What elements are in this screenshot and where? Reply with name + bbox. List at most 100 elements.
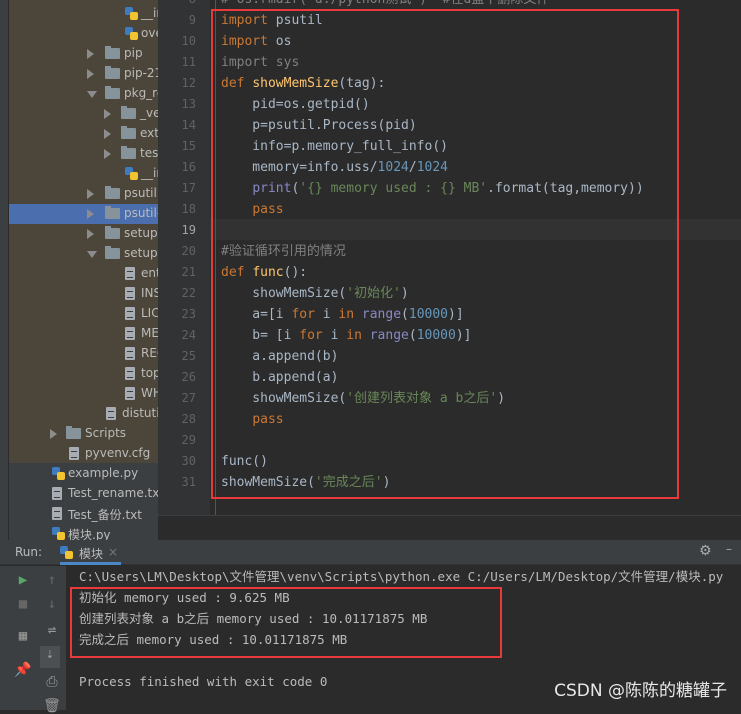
- minimize-icon[interactable]: –: [726, 542, 732, 556]
- tree-item[interactable]: top: [9, 364, 158, 384]
- layout-icon[interactable]: ▦: [13, 628, 33, 644]
- tree-item[interactable]: exte: [9, 124, 158, 144]
- line-number: 20: [181, 244, 196, 258]
- side-tool-strip: [0, 0, 9, 540]
- close-tab-icon[interactable]: ×: [108, 545, 118, 559]
- tree-item[interactable]: pyvenv.cfg: [9, 444, 158, 464]
- folder-icon: [105, 186, 120, 199]
- tree-item[interactable]: ME: [9, 324, 158, 344]
- text-file-icon: [125, 307, 135, 320]
- tree-item[interactable]: distutil: [9, 404, 158, 424]
- run-tab[interactable]: 模块 ×: [60, 543, 121, 565]
- tree-item[interactable]: pkg_re: [9, 84, 158, 104]
- tree-item[interactable]: 模块.py: [9, 524, 158, 540]
- chevron-right-icon[interactable]: [87, 229, 94, 239]
- folder-icon: [121, 146, 136, 159]
- tree-item-label: psutil-5: [124, 206, 158, 220]
- line-number: 28: [181, 412, 196, 426]
- text-file-icon: [125, 267, 135, 280]
- stop-icon[interactable]: ■: [13, 596, 33, 612]
- tree-item[interactable]: Test_rename.txt: [9, 484, 158, 504]
- text-file-icon: [125, 387, 135, 400]
- python-file-icon: [60, 546, 73, 559]
- line-number: 16: [181, 160, 196, 174]
- run-header: Run: 模块 × ⚙ –: [0, 540, 741, 565]
- tree-item-label: setupto: [124, 226, 158, 240]
- tree-item-label: _ven: [140, 106, 158, 120]
- pin-icon[interactable]: 📌: [13, 662, 33, 678]
- tree-item-label: Test_备份.txt: [68, 508, 142, 522]
- line-number: 25: [181, 349, 196, 363]
- tree-item-label: pip-21: [124, 66, 158, 80]
- scroll-to-end-icon[interactable]: ⇣: [40, 646, 60, 668]
- tree-item[interactable]: setupto: [9, 244, 158, 264]
- text-file-icon: [125, 287, 135, 300]
- line-number: 8: [158, 0, 196, 10]
- python-file-icon: [125, 7, 138, 20]
- line-number: 26: [181, 370, 196, 384]
- chevron-right-icon[interactable]: [87, 209, 94, 219]
- line-number: 29: [181, 433, 196, 447]
- rerun-icon[interactable]: ▶: [13, 572, 33, 588]
- tree-item[interactable]: ove: [9, 24, 158, 44]
- chevron-right-icon[interactable]: [87, 189, 94, 199]
- chevron-right-icon[interactable]: [104, 129, 111, 139]
- text-file-icon: [125, 347, 135, 360]
- tree-item[interactable]: psutil: [9, 184, 158, 204]
- tree-item[interactable]: pip: [9, 44, 158, 64]
- folder-icon: [105, 226, 120, 239]
- tree-item[interactable]: REC: [9, 344, 158, 364]
- folder-icon: [105, 66, 120, 79]
- tree-item[interactable]: entr: [9, 264, 158, 284]
- text-file-icon: [125, 367, 135, 380]
- tree-item[interactable]: __in: [9, 4, 158, 24]
- tree-item[interactable]: WH: [9, 384, 158, 404]
- line-number: 13: [181, 97, 196, 111]
- python-file-icon: [52, 467, 65, 480]
- trash-icon[interactable]: 🗑: [42, 698, 62, 714]
- tree-item-label: setupto: [124, 246, 158, 260]
- line-number: 21: [181, 265, 196, 279]
- tree-item-label: Scripts: [85, 426, 127, 440]
- tree-item-label: 模块.py: [68, 528, 111, 540]
- tree-item-label: top: [141, 366, 158, 380]
- down-arrow-icon[interactable]: ↓: [42, 596, 62, 612]
- editor-horizontal-scroll[interactable]: [158, 515, 741, 540]
- chevron-right-icon[interactable]: [87, 69, 94, 79]
- chevron-right-icon[interactable]: [104, 109, 111, 119]
- tree-item[interactable]: __in: [9, 164, 158, 184]
- tree-item-label: WH: [141, 386, 158, 400]
- tree-item[interactable]: psutil-5: [9, 204, 158, 224]
- soft-wrap-icon[interactable]: ⇌: [42, 622, 62, 638]
- tree-item[interactable]: test: [9, 144, 158, 164]
- line-number: 27: [181, 391, 196, 405]
- chevron-down-icon[interactable]: [87, 91, 97, 98]
- code-highlight-box: [211, 9, 679, 499]
- up-arrow-icon[interactable]: ↑: [42, 572, 62, 588]
- folder-icon: [105, 86, 120, 99]
- chevron-down-icon[interactable]: [87, 251, 97, 258]
- text-file-icon: [52, 487, 62, 500]
- text-file-icon: [69, 447, 79, 460]
- print-icon[interactable]: ⎙: [42, 674, 62, 690]
- line-number: 18: [181, 202, 196, 216]
- project-tree[interactable]: __inovepippip-21pkg_re_venextetest__inps…: [9, 0, 158, 540]
- tree-item[interactable]: example.py: [9, 464, 158, 484]
- tree-item[interactable]: setupto: [9, 224, 158, 244]
- tree-item-label: pip: [124, 46, 143, 60]
- chevron-right-icon[interactable]: [87, 49, 94, 59]
- tree-item[interactable]: _ven: [9, 104, 158, 124]
- tree-item[interactable]: Scripts: [9, 424, 158, 444]
- gear-icon[interactable]: ⚙: [699, 543, 712, 559]
- chevron-right-icon[interactable]: [50, 429, 57, 439]
- tree-item[interactable]: LICI: [9, 304, 158, 324]
- output-highlight-box: [70, 587, 502, 658]
- run-panel: Run: 模块 × ⚙ – ▶ ■ ▦ 📌 ↑ ↓ ⇌ ⇣ ⎙ 🗑 C:\Use…: [0, 540, 741, 714]
- chevron-right-icon[interactable]: [104, 149, 111, 159]
- tree-item[interactable]: INS: [9, 284, 158, 304]
- line-number: 9: [188, 13, 196, 27]
- tree-item[interactable]: pip-21: [9, 64, 158, 84]
- tree-item-label: example.py: [68, 466, 139, 480]
- tree-item[interactable]: Test_备份.txt: [9, 504, 158, 524]
- line-number-gutter: 8 9 10 11 12 13 14 15 16 17 18 19 20 21 22 23 24 25 26 27 28…: [158, 0, 210, 540]
